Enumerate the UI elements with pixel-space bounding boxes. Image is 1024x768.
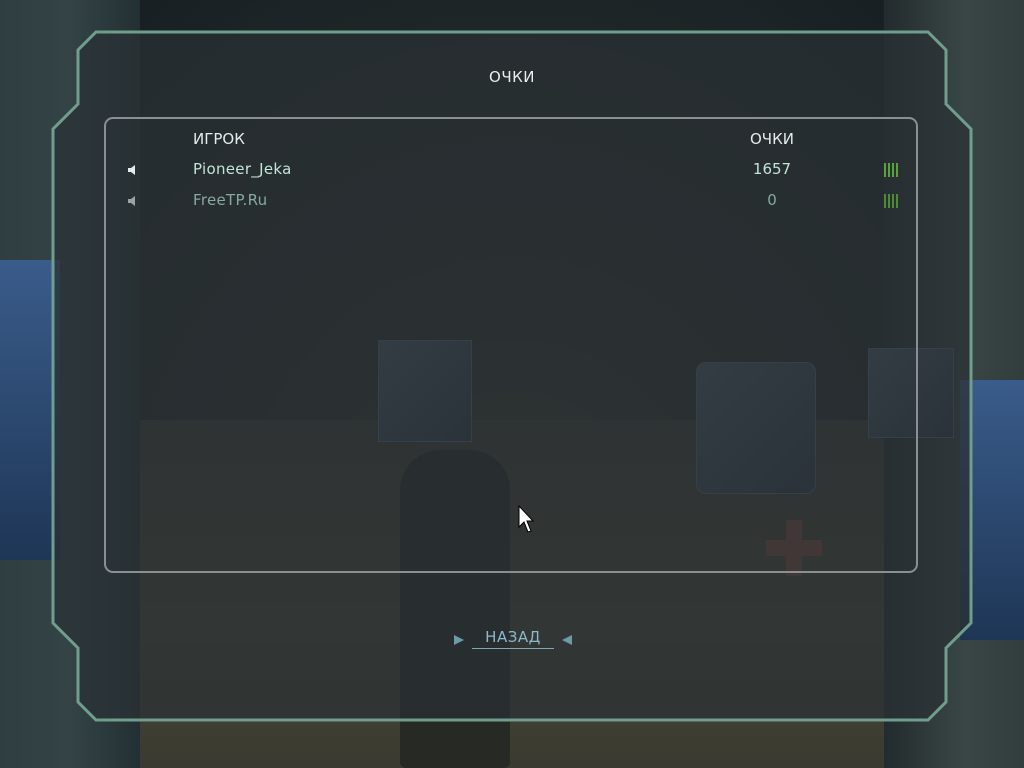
ping-bars-icon <box>884 194 900 208</box>
table-row[interactable]: Pioneer_Jeka 1657 <box>120 160 910 182</box>
speaker-icon[interactable] <box>126 195 140 207</box>
player-name: FreeTP.Ru <box>193 191 268 209</box>
player-score: 1657 <box>752 160 792 178</box>
arrow-right-icon <box>454 635 464 645</box>
back-button-group[interactable]: НАЗАД <box>452 628 574 650</box>
scoreboard-table <box>104 117 918 573</box>
column-header-score: ОЧКИ <box>750 130 794 148</box>
scoreboard-window: ОЧКИ ИГРОК ОЧКИ Pioneer_Jeka 1657 FreeTP… <box>0 0 1024 768</box>
column-header-player: ИГРОК <box>193 130 245 148</box>
player-score: 0 <box>767 191 777 209</box>
player-name: Pioneer_Jeka <box>193 160 292 178</box>
arrow-left-icon <box>562 635 572 645</box>
back-button[interactable]: НАЗАД <box>472 628 554 649</box>
page-title: ОЧКИ <box>489 68 535 86</box>
speaker-icon[interactable] <box>126 164 140 176</box>
mouse-cursor-icon <box>518 505 534 533</box>
table-row[interactable]: FreeTP.Ru 0 <box>120 191 910 213</box>
ping-bars-icon <box>884 163 900 177</box>
